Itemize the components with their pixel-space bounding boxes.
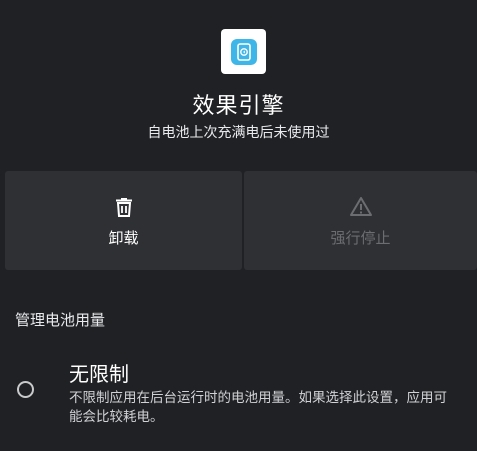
option-title: 无限制 — [69, 362, 129, 386]
option-description: 不限制应用在后台运行时的电池用量。如果选择此设置，应用可能会比较耗电。 — [69, 390, 447, 425]
uninstall-button[interactable]: 卸载 — [5, 171, 242, 270]
force-stop-label: 强行停止 — [330, 229, 391, 247]
uninstall-label: 卸载 — [108, 229, 139, 247]
app-info-page: 效果引擎 自电池上次充满电后未使用过 卸载 强行停止 管理电池用量 无限制 不限… — [0, 0, 477, 451]
battery-section-title: 管理电池用量 — [15, 311, 106, 329]
trash-icon — [115, 198, 132, 217]
app-action-bar: 卸载 强行停止 — [5, 171, 477, 270]
radio-button[interactable] — [17, 381, 34, 398]
app-name: 效果引擎 — [192, 94, 285, 119]
battery-usage-summary: 自电池上次充满电后未使用过 — [147, 125, 330, 141]
effect-engine-app-icon — [230, 38, 257, 65]
app-icon — [221, 29, 266, 74]
battery-option-unrestricted[interactable]: 无限制 不限制应用在后台运行时的电池用量。如果选择此设置，应用可能会比较耗电。 — [0, 355, 477, 445]
warning-icon — [349, 197, 372, 216]
force-stop-button: 强行停止 — [244, 171, 477, 270]
